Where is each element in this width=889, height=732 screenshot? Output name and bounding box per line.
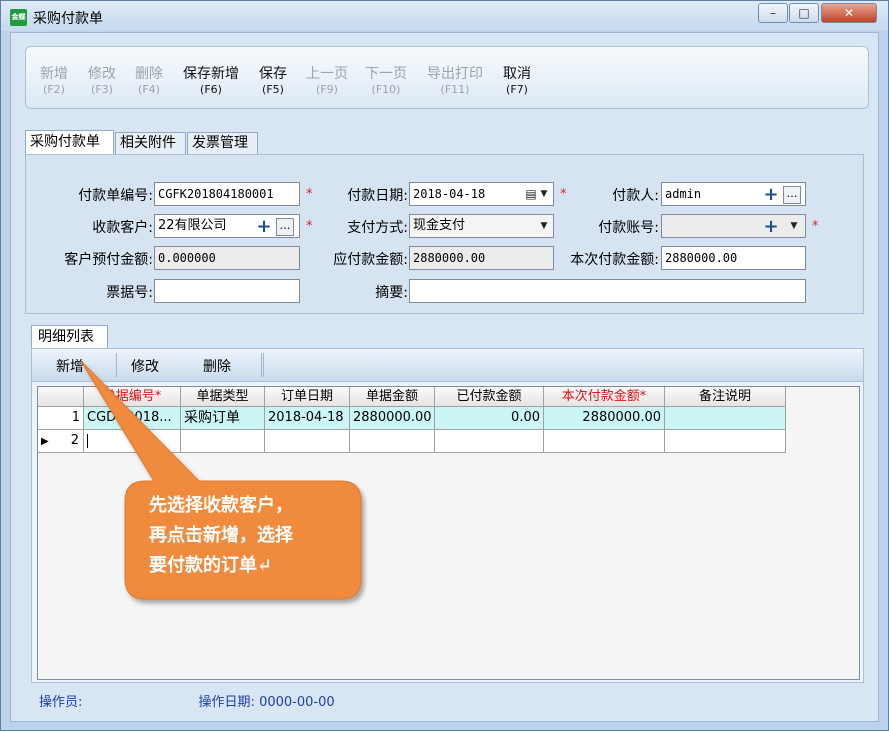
pay-account-select[interactable] [661,214,806,238]
calendar-icon[interactable]: ▤ [524,187,538,201]
detail-delete-button[interactable]: 删除 [203,356,231,376]
status-bar: 操作员: 操作日期: 0000-00-00 [39,691,335,710]
maximize-button[interactable]: □ [789,3,819,23]
table-cell[interactable]: 2018-04-18 [265,407,350,430]
app-icon: 金蝶 [10,9,27,26]
operate-date-value: 0000-00-00 [259,695,335,710]
toolbar-separator [261,353,264,377]
browse-button[interactable]: … [783,186,801,204]
grid-header[interactable]: 本次付款金额* [544,387,665,407]
toolbar-save-new-button[interactable]: 保存新增 (F6) [181,67,241,97]
toolbar-add-button[interactable]: 新增 (F2) [38,67,70,97]
tab-detail-list[interactable]: 明细列表 [31,325,108,349]
payable-field: 2880000.00 [409,246,554,270]
table-cell[interactable] [84,430,181,453]
title-bar: 金蝶 采购付款单 – □ ✕ [1,1,888,31]
minimize-button[interactable]: – [758,3,788,23]
main-toolbar: 新增 (F2) 修改 (F3) 删除 (F4) 保存新增 (F6) 保存 (F5) 上一页… [25,46,869,109]
purchase-payment-window: 金蝶 采购付款单 – □ ✕ 新增 (F2) 修改 (F3) 删除 (F4) 保存新增… [0,0,889,731]
toolbar-next-page-button[interactable]: 下一页 (F10) [363,67,409,97]
pay-method-select[interactable]: 现金支付 [409,214,554,238]
table-cell[interactable] [181,430,265,453]
form-panel: 付款单编号: CGFK201804180001 * 付款日期: 2018-04-… [25,154,864,314]
toolbar-export-print-button[interactable]: 导出打印 (F11) [424,67,486,97]
payable-label: 应付款金额: [333,252,408,268]
pay-account-label: 付款账号: [598,220,659,236]
grid-header[interactable]: 订单日期 [265,387,350,407]
table-cell[interactable] [665,430,786,453]
bill-no-field[interactable] [154,279,300,303]
grid-header[interactable]: 单据编号* [84,387,181,407]
grid-header[interactable]: 备注说明 [665,387,786,407]
add-icon[interactable]: + [763,218,779,236]
tab-payment-form[interactable]: 采购付款单 [25,130,114,154]
payment-date-label: 付款日期: [347,188,408,204]
table-cell[interactable] [350,430,435,453]
summary-field[interactable] [409,279,806,303]
payment-no-field[interactable]: CGFK201804180001 [154,182,300,206]
table-cell[interactable]: 0.00 [435,407,544,430]
callout-text: 先选择收款客户， 再点击新增，选择 要付款的订单↵ [149,495,293,576]
detail-toolbar: 新增 修改 删除 [32,349,863,382]
payer-label: 付款人: [612,188,659,204]
table-cell[interactable] [665,407,786,430]
summary-label: 摘要: [375,285,408,301]
pay-method-label: 支付方式: [347,220,408,236]
grid-header-corner [38,387,84,407]
table-cell[interactable] [544,430,665,453]
prepaid-label: 客户预付金额: [64,252,153,268]
close-button[interactable]: ✕ [821,3,877,23]
chevron-down-icon[interactable]: ▼ [537,187,551,201]
toolbar-edit-button[interactable]: 修改 (F3) [86,67,118,97]
grid-header[interactable]: 已付款金额 [435,387,544,407]
payment-no-label: 付款单编号: [78,188,153,204]
toolbar-save-button[interactable]: 保存 (F5) [257,67,289,97]
required-mark: * [306,187,313,202]
add-icon[interactable]: + [763,186,779,204]
this-pay-field[interactable]: 2880000.00 [661,246,806,270]
required-mark: * [812,219,819,234]
browse-button[interactable]: … [276,218,294,236]
this-pay-label: 本次付款金额: [570,252,659,268]
grid-header[interactable]: 单据金额 [350,387,435,407]
detail-add-button[interactable]: 新增 [56,356,84,376]
toolbar-delete-button[interactable]: 删除 (F4) [133,67,165,97]
table-cell[interactable] [265,430,350,453]
text-cursor [87,433,88,448]
chevron-down-icon[interactable]: ▼ [787,219,801,233]
chevron-down-icon[interactable]: ▼ [537,219,551,233]
toolbar-prev-page-button[interactable]: 上一页 (F9) [304,67,350,97]
toolbar-separator [116,353,117,377]
required-mark: * [306,219,313,234]
required-mark: * [560,187,567,202]
add-icon[interactable]: + [256,218,272,236]
operate-date-label: 操作日期: [198,695,255,710]
grid-header[interactable]: 单据类型 [181,387,265,407]
bill-no-label: 票据号: [106,285,153,301]
tab-attachments[interactable]: 相关附件 [115,132,186,154]
customer-label: 收款客户: [92,220,153,236]
window-title: 采购付款单 [33,11,103,27]
prepaid-field: 0.000000 [154,246,300,270]
toolbar-cancel-button[interactable]: 取消 (F7) [501,67,533,97]
table-cell[interactable]: 2880000.00 [544,407,665,430]
operator-label: 操作员: [39,695,83,710]
detail-edit-button[interactable]: 修改 [131,356,159,376]
table-cell[interactable]: 2880000.00 [350,407,435,430]
row-index: 1 [38,407,84,430]
table-cell[interactable] [435,430,544,453]
row-index: ▶ 2 [38,430,84,453]
current-row-marker: ▶ [41,436,49,447]
tab-invoice[interactable]: 发票管理 [187,132,258,154]
client-area: 新增 (F2) 修改 (F3) 删除 (F4) 保存新增 (F6) 保存 (F5) 上一页… [10,32,879,722]
table-cell[interactable]: CGDD2018... [84,407,181,430]
table-cell[interactable]: 采购订单 [181,407,265,430]
